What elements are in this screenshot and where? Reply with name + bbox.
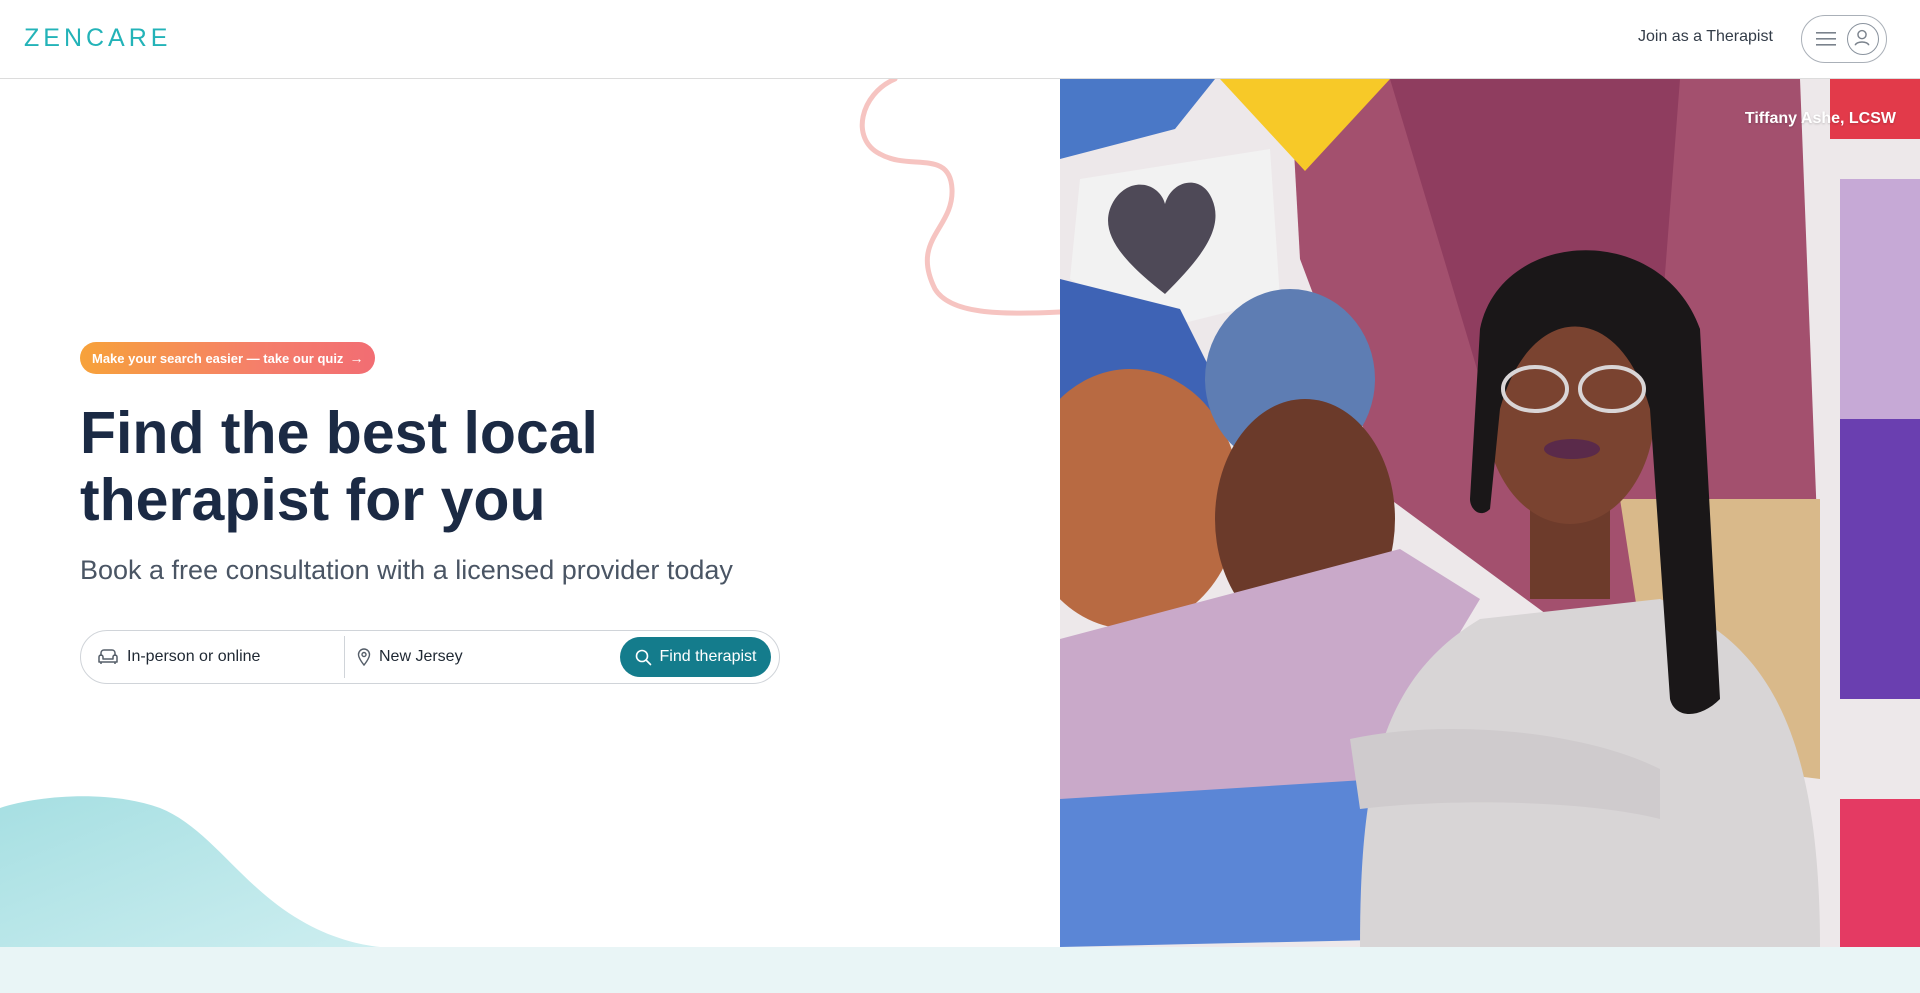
- hero-headline: Find the best local therapist for you: [80, 400, 598, 533]
- site-header: ZENCARE Join as a Therapist: [0, 0, 1920, 79]
- session-mode-select[interactable]: In-person or online: [97, 631, 337, 683]
- find-therapist-label: Find therapist: [659, 648, 757, 665]
- zencare-logo[interactable]: ZENCARE: [24, 24, 171, 53]
- user-icon: [1847, 23, 1879, 55]
- location-value: New Jersey: [379, 648, 463, 665]
- location-input[interactable]: New Jersey: [357, 631, 597, 683]
- next-section-band: [0, 947, 1920, 993]
- map-pin-icon: [357, 648, 371, 666]
- therapist-search-bar: In-person or online New Jersey Find ther…: [80, 630, 780, 684]
- couch-icon: [97, 648, 119, 666]
- arrow-right-icon: →: [349, 350, 364, 366]
- hero-subhead: Book a free consultation with a licensed…: [80, 555, 733, 585]
- photo-credit: Tiffany Ashe, LCSW: [1744, 110, 1896, 127]
- find-therapist-button[interactable]: Find therapist: [620, 637, 771, 677]
- join-as-therapist-link[interactable]: Join as a Therapist: [1638, 28, 1773, 46]
- hero-photo: Tiffany Ashe, LCSW: [1060, 79, 1920, 947]
- quiz-label: Make your search easier — take our quiz: [92, 350, 344, 366]
- decorative-squiggle: [859, 79, 1060, 316]
- hamburger-icon: [1816, 32, 1836, 46]
- search-icon: [635, 649, 652, 666]
- decorative-wave: [0, 796, 380, 947]
- mural-illustration: [1060, 79, 1920, 947]
- quiz-promo-button[interactable]: Make your search easier — take our quiz …: [80, 342, 376, 374]
- session-mode-value: In-person or online: [127, 648, 261, 665]
- account-menu-button[interactable]: [1801, 15, 1887, 63]
- field-divider: [344, 636, 345, 678]
